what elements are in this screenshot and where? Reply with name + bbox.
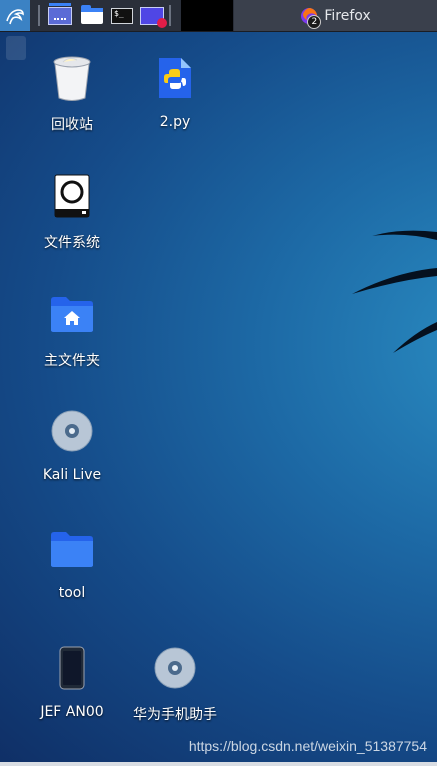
folder-icon [46, 523, 98, 575]
panel-blank-area [181, 0, 233, 31]
desktop-icon-label: tool [58, 585, 86, 601]
desktop-icon-trash[interactable]: 回收站 [17, 52, 127, 134]
optical-disc-icon [46, 405, 98, 457]
screen-recorder-icon [140, 6, 167, 28]
desktop-icon-huawei-assistant[interactable]: 华为手机助手 [120, 642, 230, 724]
terminal-icon: $_ [111, 7, 133, 24]
top-panel: $_ 2 Firefox [0, 0, 437, 32]
optical-disc-icon [149, 642, 201, 694]
desktop-icon-kali-live[interactable]: Kali Live [17, 405, 127, 483]
desktop-icon-label: JEF AN00 [40, 704, 104, 720]
desktop-icon [48, 2, 72, 25]
bottom-edge [0, 762, 437, 766]
watermark-text: https://blog.csdn.net/weixin_51387754 [188, 738, 427, 754]
phone-icon [46, 642, 98, 694]
firefox-icon: 2 [300, 7, 322, 29]
kali-menu-button[interactable] [0, 0, 30, 31]
desktop-icon-label: 华为手机助手 [133, 707, 217, 723]
desktop-icon-tool[interactable]: tool [17, 523, 127, 601]
panel-separator [38, 5, 40, 26]
filesystem-drive-icon [46, 170, 98, 222]
file-manager-icon [81, 4, 103, 24]
file-manager-launcher[interactable] [78, 0, 106, 31]
taskbar-window-firefox[interactable]: 2 Firefox [234, 0, 437, 31]
home-folder-icon [46, 288, 98, 340]
window-count-badge: 2 [307, 14, 322, 29]
desktop-icon-filesystem[interactable]: 文件系统 [17, 170, 127, 252]
desktop-icon-label: 回收站 [51, 117, 93, 133]
desktop-icon-jef-an00[interactable]: JEF AN00 [17, 642, 127, 720]
panel-separator [169, 5, 171, 26]
show-desktop-button[interactable] [46, 0, 74, 31]
trash-icon [46, 52, 98, 104]
desktop-icon-home-folder[interactable]: 主文件夹 [17, 288, 127, 370]
window-title: Firefox [324, 7, 371, 24]
kali-dragon-icon [6, 8, 24, 24]
screen-recorder-launcher[interactable] [138, 0, 167, 31]
desktop-icon-label: Kali Live [42, 467, 102, 483]
desktop-icon-label: 文件系统 [44, 235, 100, 251]
desktop-icon-label: 主文件夹 [44, 353, 100, 369]
desktop-screen: $_ 2 Firefox 回收站 2.py 文件系统 主文件夹 Kali Liv… [0, 0, 437, 766]
terminal-launcher[interactable]: $_ [108, 0, 136, 31]
python-file-icon [149, 52, 201, 104]
desktop-icon-label: 2.py [159, 114, 191, 130]
desktop-icon-2py[interactable]: 2.py [120, 52, 230, 130]
